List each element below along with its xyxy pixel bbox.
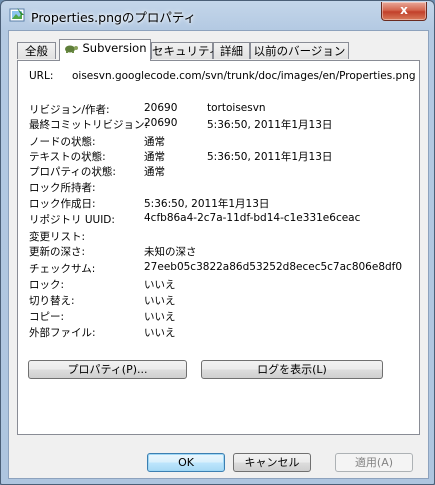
- dialog-client: 全般 Subversion セキュリティ 詳細 以前のバージョン URL: oi…: [8, 30, 429, 479]
- revision-author: tortoisesvn: [207, 102, 266, 114]
- tab-security[interactable]: セキュリティ: [151, 42, 220, 59]
- tab-details[interactable]: 詳細: [213, 42, 250, 59]
- prop-status-label: プロパティの状態:: [29, 166, 116, 178]
- lock-created-label: ロック作成日:: [29, 198, 96, 210]
- external-label: 外部ファイル:: [29, 327, 96, 339]
- url-label: URL:: [29, 70, 54, 82]
- last-commit-date: 5:36:50, 2011年1月13日: [207, 119, 333, 131]
- checksum-value: 27eeb05c3822a86d53252d8ecec5c7ac806e8df0: [144, 261, 403, 273]
- show-log-button[interactable]: ログを表示(L): [201, 360, 383, 379]
- revision-label: リビジョン/作者:: [29, 104, 110, 116]
- tab-general[interactable]: 全般: [17, 42, 56, 59]
- close-button[interactable]: x: [381, 2, 427, 21]
- text-status-date: 5:36:50, 2011年1月13日: [207, 151, 333, 163]
- changelist-label: 変更リスト:: [29, 231, 86, 243]
- close-icon: x: [400, 3, 408, 17]
- text-status-label: テキストの状態:: [29, 151, 106, 163]
- cancel-button[interactable]: キャンセル: [233, 453, 311, 472]
- external-value: いいえ: [144, 327, 176, 339]
- copied-value: いいえ: [144, 311, 176, 323]
- lock-owner-label: ロック所持者:: [29, 182, 96, 194]
- tab-previous-versions[interactable]: 以前のバージョン: [250, 42, 349, 59]
- repo-uuid-value: 4cfb86a4-2c7a-11df-bd14-c1e331e6ceac: [144, 212, 361, 224]
- lock-value: いいえ: [144, 279, 176, 291]
- node-status-label: ノードの状態:: [29, 136, 96, 148]
- depth-label: 更新の深さ:: [29, 246, 86, 258]
- url-value: oisesvn.googlecode.com/svn/trunk/doc/ima…: [72, 70, 416, 82]
- tab-subversion[interactable]: Subversion: [59, 39, 151, 61]
- checksum-label: チェックサム:: [29, 263, 96, 275]
- turtle-icon: [65, 45, 79, 53]
- prop-status-value: 通常: [144, 166, 165, 178]
- node-status-value: 通常: [144, 136, 165, 148]
- lock-label: ロック:: [29, 279, 65, 291]
- title-bar[interactable]: Properties.pngのプロパティ x: [1, 1, 434, 29]
- copied-label: コピー:: [29, 311, 65, 323]
- tab-subversion-label: Subversion: [82, 41, 147, 55]
- revision-value: 20690: [144, 102, 178, 114]
- switched-label: 切り替え:: [29, 295, 75, 307]
- subversion-panel: URL: oisesvn.googlecode.com/svn/trunk/do…: [17, 60, 420, 435]
- properties-button[interactable]: プロパティ(P)...: [28, 360, 187, 379]
- last-commit-value: 20690: [144, 117, 178, 129]
- depth-value: 未知の深さ: [144, 246, 197, 258]
- apply-button[interactable]: 適用(A): [335, 453, 413, 472]
- window-title: Properties.pngのプロパティ: [31, 10, 197, 25]
- last-commit-label: 最終コミットリビジョン:: [29, 119, 149, 131]
- properties-window: Properties.pngのプロパティ x 全般 Subversion セキュ…: [0, 0, 435, 485]
- repo-uuid-label: リポジトリ UUID:: [29, 214, 115, 226]
- image-file-icon: [9, 8, 25, 22]
- lock-created-value: 5:36:50, 2011年1月13日: [144, 198, 270, 210]
- switched-value: いいえ: [144, 295, 176, 307]
- text-status-value: 通常: [144, 151, 165, 163]
- ok-button[interactable]: OK: [147, 453, 225, 472]
